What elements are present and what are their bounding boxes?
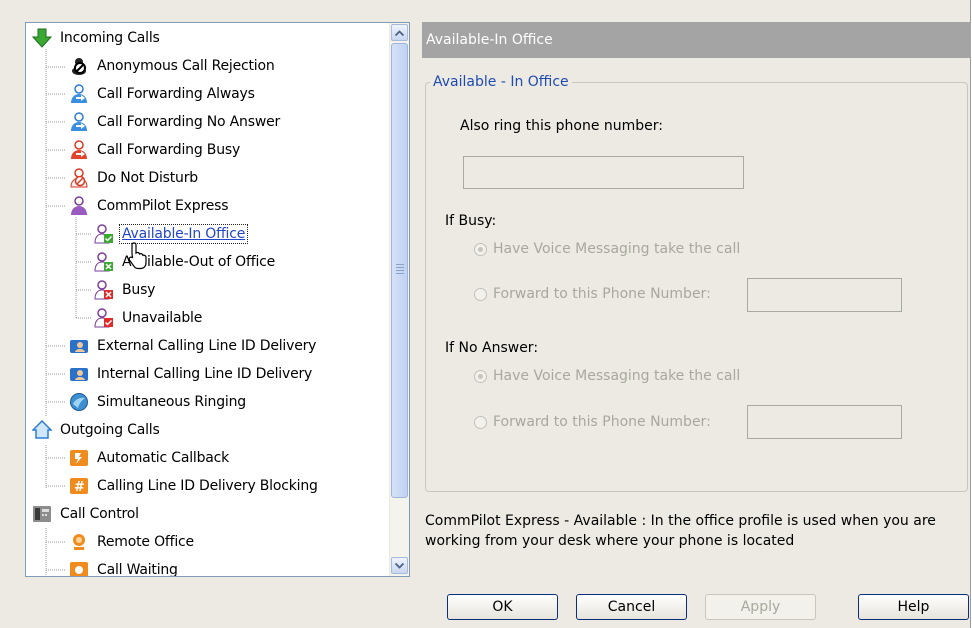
call-forward-busy-icon — [71, 140, 87, 159]
busy-voice-messaging-radio[interactable]: Have Voice Messaging take the call — [474, 241, 740, 257]
green-down-arrow-icon — [32, 28, 52, 48]
also-ring-label: Also ring this phone number: — [460, 118, 663, 134]
radio-selected-indicator — [474, 369, 487, 383]
simultaneous-ringing-icon — [70, 393, 88, 411]
available-out-of-office-icon — [94, 252, 113, 272]
tree-item-call-forwarding-no-answer[interactable]: Call Forwarding No Answer — [69, 109, 282, 135]
unavailable-profile-icon — [94, 308, 113, 328]
automatic-callback-icon — [70, 450, 88, 466]
radio-label: Forward to this Phone Number: — [493, 414, 711, 430]
tree-item-label: Anonymous Call Rejection — [97, 58, 275, 74]
tree-item-label: Call Control — [60, 506, 139, 522]
tree-item-outgoing-calls[interactable]: Outgoing Calls — [32, 417, 162, 443]
commpilot-express-icon — [71, 196, 87, 215]
tree-item-label: Do Not Disturb — [97, 170, 198, 186]
tree-item-call-waiting[interactable]: Call Waiting — [69, 557, 180, 577]
outgoing-house-icon — [32, 420, 52, 439]
call-waiting-icon — [70, 562, 88, 576]
tree-item-label: Outgoing Calls — [60, 422, 160, 438]
radio-label: Forward to this Phone Number: — [493, 286, 711, 302]
radio-selected-indicator — [474, 242, 487, 256]
if-no-answer-label: If No Answer: — [445, 340, 539, 356]
busy-profile-icon — [94, 280, 113, 300]
profile-description: CommPilot Express - Available : In the o… — [425, 513, 936, 549]
tree-item-label: External Calling Line ID Delivery — [97, 338, 317, 354]
tree-item-label: Call Forwarding No Answer — [97, 114, 281, 130]
scroll-grip — [396, 264, 404, 276]
tree-item-label: Remote Office — [97, 534, 194, 550]
tree-item-simultaneous-ringing[interactable]: Simultaneous Ringing — [69, 389, 248, 415]
tree-item-label: Busy — [122, 282, 156, 298]
help-button[interactable]: Help — [858, 594, 969, 620]
tree-item-automatic-callback[interactable]: Automatic Callback — [69, 445, 231, 471]
cancel-button[interactable]: Cancel — [576, 594, 687, 620]
tree-item-available-in-office[interactable]: Available-In Office — [94, 221, 249, 247]
tree-item-remote-office[interactable]: Remote Office — [69, 529, 196, 555]
tree-item-label: Calling Line ID Delivery Blocking — [97, 478, 318, 494]
no-answer-forward-number-input[interactable] — [747, 405, 902, 439]
phone-icon — [33, 506, 51, 522]
tree-item-commpilot-express[interactable]: CommPilot Express — [69, 193, 230, 219]
no-answer-voice-messaging-radio[interactable]: Have Voice Messaging take the call — [474, 368, 740, 384]
if-busy-label: If Busy: — [445, 213, 497, 229]
scroll-down-button[interactable] — [391, 557, 408, 574]
do-not-disturb-icon — [70, 168, 88, 188]
svg-text:#: # — [74, 480, 85, 495]
scroll-thumb[interactable] — [391, 43, 408, 498]
group-legend: Available - In Office — [430, 74, 572, 90]
tree-item-incoming-calls[interactable]: Incoming Calls — [32, 25, 162, 51]
tree-item-anonymous-call-rejection[interactable]: Anonymous Call Rejection — [69, 53, 277, 79]
chevron-down-icon — [395, 562, 404, 569]
tree-item-label: CommPilot Express — [97, 198, 229, 214]
anonymous-rejection-icon — [72, 58, 86, 75]
features-tree[interactable]: Incoming Calls Anonymous Call Rejection … — [25, 22, 410, 577]
tree-item-label: Internal Calling Line ID Delivery — [97, 366, 313, 382]
remote-office-icon — [73, 534, 85, 550]
available-in-office-icon — [94, 224, 113, 244]
apply-button[interactable]: Apply — [705, 594, 816, 620]
clid-blocking-icon: # — [70, 478, 88, 495]
call-features-dialog: Incoming Calls Anonymous Call Rejection … — [0, 0, 971, 628]
radio-label: Have Voice Messaging take the call — [493, 241, 741, 257]
tree-item-label: Unavailable — [122, 310, 203, 326]
panel-title-bar: Available-In Office — [422, 22, 971, 58]
tree-item-do-not-disturb[interactable]: Do Not Disturb — [69, 165, 200, 191]
tree-item-external-clid-delivery[interactable]: External Calling Line ID Delivery — [69, 333, 318, 359]
also-ring-phone-input[interactable] — [463, 156, 744, 189]
no-answer-forward-radio[interactable]: Forward to this Phone Number: — [474, 414, 711, 430]
tree-item-label: Call Forwarding Busy — [97, 142, 241, 158]
radio-indicator — [474, 287, 487, 301]
ok-button[interactable]: OK — [447, 594, 558, 620]
tree-item-unavailable[interactable]: Unavailable — [94, 305, 204, 331]
tree-item-call-control[interactable]: Call Control — [32, 501, 141, 527]
tree-item-available-out-of-office[interactable]: Available-Out of Office — [94, 249, 277, 275]
call-forward-no-answer-icon — [71, 112, 87, 131]
external-clid-icon — [70, 340, 88, 353]
radio-indicator — [474, 415, 487, 429]
call-forward-always-icon — [71, 84, 87, 103]
tree-item-clid-delivery-blocking[interactable]: # Calling Line ID Delivery Blocking — [69, 473, 320, 499]
tree-item-label: Automatic Callback — [97, 450, 230, 466]
internal-clid-icon — [70, 368, 88, 381]
busy-forward-number-input[interactable] — [747, 278, 902, 312]
radio-label: Have Voice Messaging take the call — [493, 368, 741, 384]
chevron-up-icon — [395, 29, 404, 36]
tree-item-label: Simultaneous Ringing — [97, 394, 246, 410]
tree-item-call-forwarding-busy[interactable]: Call Forwarding Busy — [69, 137, 242, 163]
tree-item-label: Call Forwarding Always — [97, 86, 255, 102]
tree-vertical-scrollbar[interactable] — [389, 23, 409, 576]
tree-item-internal-clid-delivery[interactable]: Internal Calling Line ID Delivery — [69, 361, 314, 387]
tree-item-call-forwarding-always[interactable]: Call Forwarding Always — [69, 81, 257, 107]
scroll-up-button[interactable] — [391, 24, 408, 41]
hand-pointer-cursor-icon — [128, 242, 147, 270]
busy-forward-radio[interactable]: Forward to this Phone Number: — [474, 286, 711, 302]
tree-item-busy[interactable]: Busy — [94, 277, 157, 303]
tree-item-label: Incoming Calls — [60, 30, 160, 46]
tree-item-label: Call Waiting — [97, 562, 178, 577]
